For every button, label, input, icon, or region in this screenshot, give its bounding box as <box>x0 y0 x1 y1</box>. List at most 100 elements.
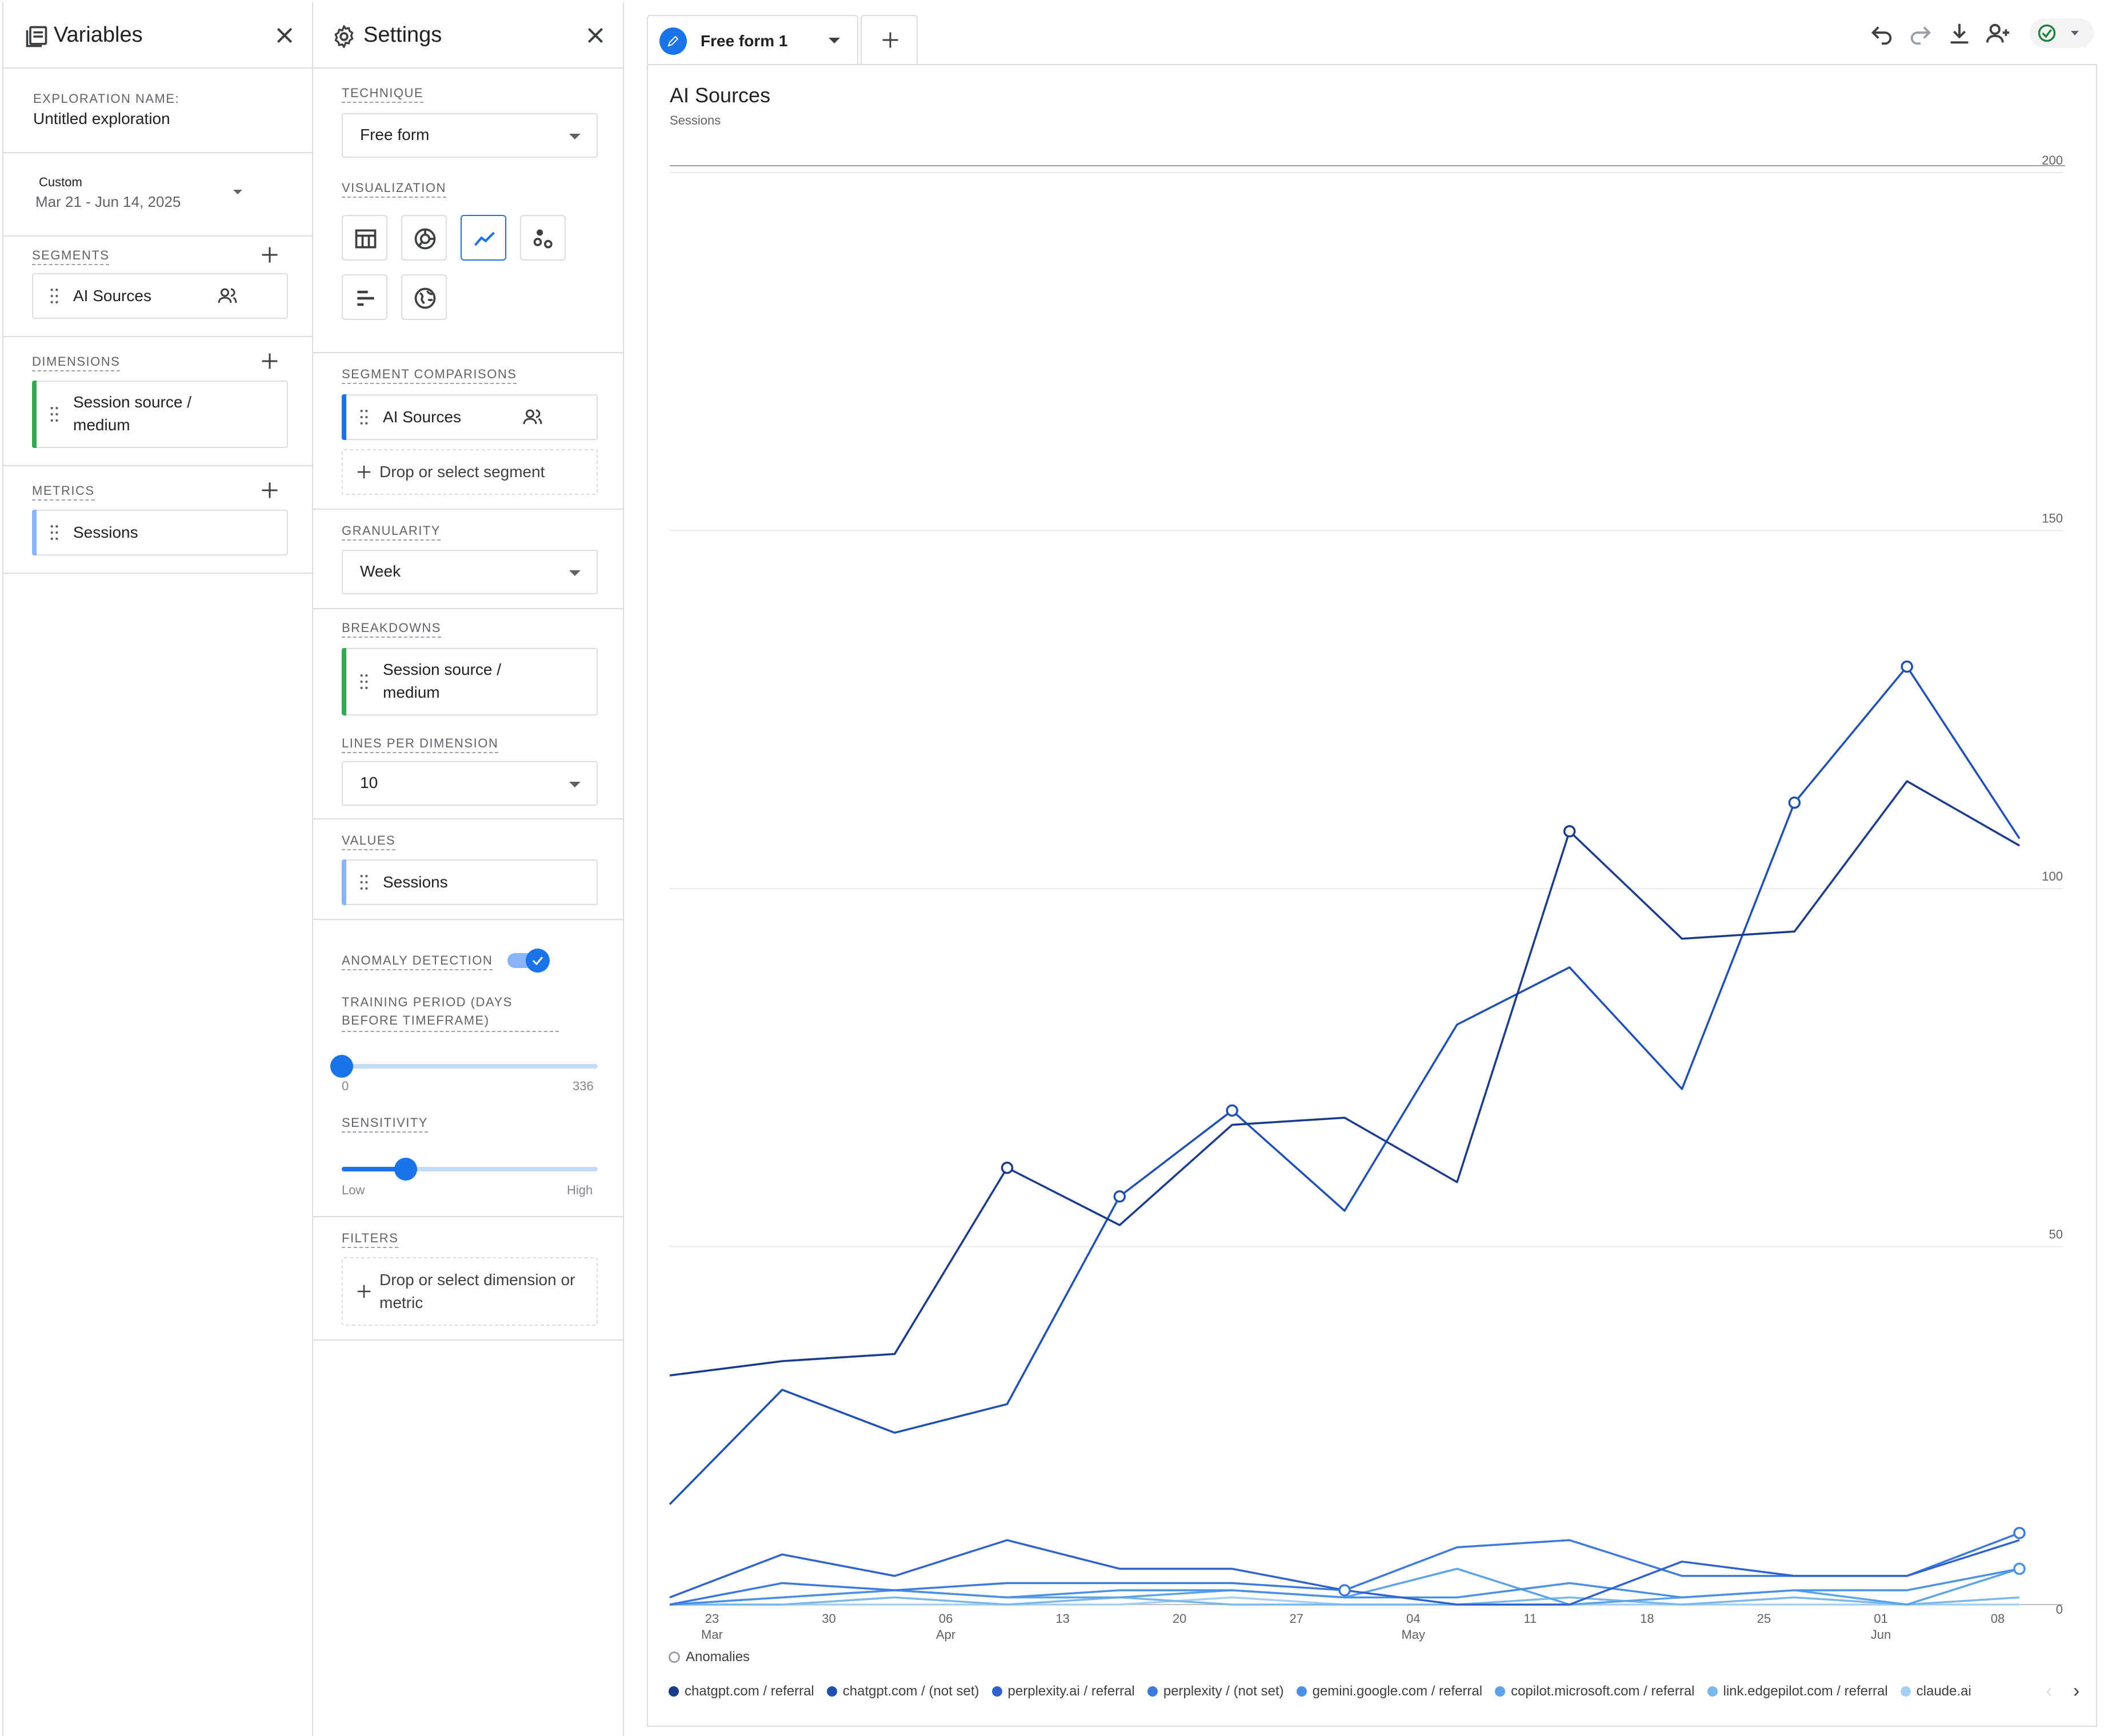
divider <box>313 1339 623 1341</box>
filters-label: FILTERS <box>342 1231 399 1248</box>
legend-item[interactable]: perplexity / (not set) <box>1147 1683 1284 1699</box>
technique-select[interactable]: Free form <box>342 113 598 158</box>
plus-icon <box>357 465 371 479</box>
viz-geo-button[interactable] <box>401 274 447 320</box>
exploration-name-label: EXPLORATION NAME: <box>33 91 180 106</box>
viz-scatter-button[interactable] <box>520 215 566 261</box>
training-period-label: TRAINING PERIOD (DAYS BEFORE TIMEFRAME) <box>342 993 559 1032</box>
granularity-value: Week <box>360 562 401 580</box>
bar-chart-icon <box>357 290 374 306</box>
drag-handle-icon[interactable] <box>360 674 368 689</box>
segment-comparisons-label: SEGMENT COMPARISONS <box>342 367 517 384</box>
plus-icon <box>882 32 898 48</box>
values-chip-label: Sessions <box>383 873 448 891</box>
add-dimension-icon[interactable] <box>259 351 280 371</box>
close-variables-icon[interactable] <box>273 24 296 47</box>
legend-item[interactable]: copilot.microsoft.com / referral <box>1495 1683 1695 1699</box>
segment-comparison-chip[interactable]: AI Sources <box>342 394 598 440</box>
plus-icon <box>357 1285 371 1298</box>
visualization-label: VISUALIZATION <box>342 181 446 198</box>
status-check-button[interactable] <box>2030 18 2094 48</box>
legend-label: chatgpt.com / (not set) <box>842 1683 979 1699</box>
values-chip[interactable]: Sessions <box>342 859 598 905</box>
close-settings-icon[interactable] <box>584 24 607 47</box>
x-tick-sublabel: Mar <box>701 1627 723 1642</box>
y-tick-label: 200 <box>2042 153 2063 167</box>
anomalies-legend: Anomalies <box>669 1649 750 1665</box>
x-tick-label: 11 <box>1523 1611 1537 1626</box>
segment-color-bar <box>342 394 346 440</box>
segment-chip[interactable]: AI Sources <box>32 273 288 319</box>
drag-handle-icon[interactable] <box>50 289 58 303</box>
metric-chip[interactable]: Sessions <box>32 510 288 555</box>
legend-next-icon[interactable]: › <box>2073 1680 2079 1702</box>
exploration-name-section: EXPLORATION NAME: Untitled exploration <box>3 69 312 153</box>
drag-handle-icon[interactable] <box>360 410 368 425</box>
x-tick-label: 08 <box>1991 1611 2005 1626</box>
drag-handle-icon[interactable] <box>50 407 58 422</box>
breakdowns-label: BREAKDOWNS <box>342 621 441 638</box>
filters-drop-target[interactable]: Drop or select dimension or metric <box>342 1257 598 1326</box>
viz-table-button[interactable] <box>342 215 387 261</box>
anomaly-detection-toggle[interactable] <box>507 949 553 973</box>
chevron-down-icon <box>569 134 581 139</box>
x-tick-label: 25 <box>1757 1611 1771 1626</box>
add-tab-button[interactable] <box>861 15 918 64</box>
anomaly-marker <box>1113 1190 1126 1203</box>
visualization-card: AI Sources Sessions 200 150 100 50 0 23 Mar 30 0… <box>647 64 2097 1727</box>
dimension-chip[interactable]: Session source / medium <box>32 381 288 448</box>
viz-line-button[interactable] <box>461 215 506 261</box>
legend-prev-icon[interactable]: ‹ <box>2046 1680 2052 1702</box>
exploration-app: Variables EXPLORATION NAME: Untitled exp… <box>0 0 2112 1736</box>
legend-item[interactable]: perplexity.ai / referral <box>991 1683 1135 1699</box>
legend-item[interactable]: gemini.google.com / referral <box>1296 1683 1482 1699</box>
sensitivity-slider[interactable] <box>342 1158 598 1181</box>
download-icon[interactable] <box>1946 21 1973 47</box>
segments-section: SEGMENTS AI Sources <box>3 237 312 337</box>
lines-per-dimension-select[interactable]: 10 <box>342 761 598 806</box>
technique-value: Free form <box>360 126 430 143</box>
granularity-select[interactable]: Week <box>342 550 598 594</box>
slider-thumb[interactable] <box>394 1158 417 1181</box>
add-metric-icon[interactable] <box>259 480 280 501</box>
add-segment-icon[interactable] <box>259 245 280 265</box>
pencil-icon[interactable] <box>659 27 687 55</box>
metric-chip-label: Sessions <box>73 523 138 541</box>
legend-item[interactable]: link.edgepilot.com / referral <box>1707 1683 1888 1699</box>
exploration-name-input[interactable]: Untitled exploration <box>33 110 170 128</box>
legend-swatch <box>1900 1686 1911 1697</box>
legend-swatch <box>669 1686 679 1697</box>
filters-placeholder: Drop or select dimension or metric <box>379 1271 575 1311</box>
breakdown-chip[interactable]: Session source / medium <box>342 648 598 715</box>
slider-thumb[interactable] <box>330 1055 353 1078</box>
training-period-slider[interactable] <box>330 1055 598 1078</box>
date-range-picker[interactable]: Custom Mar 21 - Jun 14, 2025 <box>3 153 312 237</box>
users-icon <box>218 288 237 303</box>
anomaly-marker <box>1901 660 1913 673</box>
undo-icon[interactable] <box>1869 21 1895 47</box>
legend-item[interactable]: claude.ai <box>1900 1683 1971 1699</box>
tab-free-form-1[interactable]: Free form 1 <box>647 15 858 64</box>
anomalies-label: Anomalies <box>686 1649 750 1665</box>
date-range-caret-icon <box>233 190 242 194</box>
anomaly-marker <box>2013 1562 2026 1575</box>
legend-item[interactable]: chatgpt.com / referral <box>669 1683 814 1699</box>
share-users-icon[interactable] <box>1985 21 2011 47</box>
legend-label: claude.ai <box>1916 1683 1971 1699</box>
legend-item[interactable]: chatgpt.com / (not set) <box>826 1683 979 1699</box>
donut-icon <box>414 228 436 250</box>
x-tick-label: 18 <box>1640 1611 1654 1626</box>
tab-menu-caret-icon[interactable] <box>829 38 840 43</box>
drop-segment-target[interactable]: Drop or select segment <box>342 449 598 495</box>
viz-bar-button[interactable] <box>342 274 387 320</box>
viz-donut-button[interactable] <box>401 215 447 261</box>
divider <box>313 1216 623 1217</box>
drag-handle-icon[interactable] <box>360 875 368 890</box>
training-min-label: 0 <box>342 1079 349 1093</box>
legend-label: chatgpt.com / referral <box>685 1683 814 1699</box>
redo-icon[interactable] <box>1907 21 1934 47</box>
x-tick-label: 01 <box>1874 1611 1887 1626</box>
scatter-icon <box>533 229 553 249</box>
drag-handle-icon[interactable] <box>50 525 58 540</box>
divider <box>313 608 623 609</box>
